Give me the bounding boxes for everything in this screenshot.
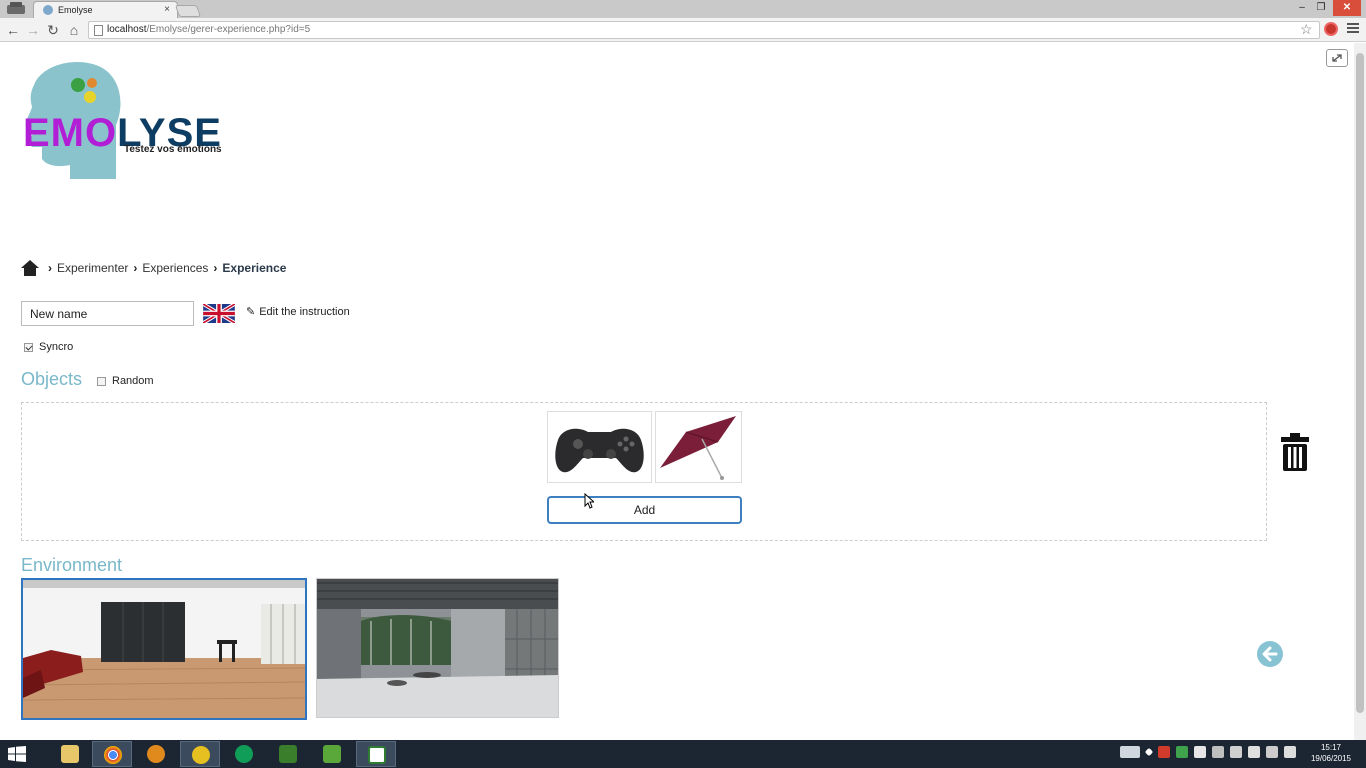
pencil-icon: ✎	[246, 306, 256, 318]
favicon-icon	[43, 5, 53, 15]
environment-industrial-hall[interactable]	[316, 578, 559, 718]
volume-icon[interactable]	[1284, 746, 1296, 758]
tray-app-icon[interactable]	[1176, 746, 1188, 758]
logo-tagline: Testez vos émotions	[124, 144, 222, 155]
tab-title: Emolyse	[58, 5, 93, 15]
reload-icon[interactable]: ↻	[45, 22, 61, 38]
tray-device-icon[interactable]	[1212, 746, 1224, 758]
uk-flag-icon[interactable]	[203, 304, 235, 323]
fullscreen-button[interactable]	[1326, 49, 1348, 67]
umbrella-image	[660, 416, 736, 480]
incognito-icon	[7, 2, 25, 14]
breadcrumb-separator-icon: ›	[133, 261, 138, 275]
browser-toolbar: ← → ↻ ⌂ localhost/Emolyse/gerer-experien…	[0, 18, 1366, 42]
tray-expand-icon[interactable]	[1144, 747, 1154, 757]
random-checkbox[interactable]	[97, 376, 106, 386]
environment-living-room[interactable]	[21, 578, 307, 720]
windows-taskbar: 15:17 19/06/2015	[0, 740, 1366, 768]
taskbar-app-x[interactable]	[268, 741, 308, 767]
emolyse-logo[interactable]: EMOLYSE Testez vos émotions	[12, 55, 232, 181]
tab-emolyse[interactable]: Emolyse ×	[33, 1, 178, 18]
breadcrumb-experimenter[interactable]: Experimenter	[57, 261, 128, 275]
taskbar-camtasia-studio[interactable]	[356, 741, 396, 767]
new-tab-button[interactable]	[174, 5, 202, 17]
taskbar-media-player[interactable]	[136, 741, 176, 767]
objects-heading: Objects	[21, 369, 83, 389]
back-arrow-icon[interactable]: ←	[5, 22, 21, 38]
breadcrumb-experiences[interactable]: Experiences	[142, 261, 208, 275]
living-room-scene	[23, 580, 305, 718]
industrial-hall-scene	[317, 579, 558, 717]
maximize-button[interactable]: ❐	[1313, 0, 1329, 16]
breadcrumb-separator-icon: ›	[213, 261, 218, 275]
random-label: Random	[112, 375, 154, 387]
url-text[interactable]: localhost/Emolyse/gerer-experience.php?i…	[107, 24, 310, 35]
object-gamepad[interactable]	[547, 411, 652, 483]
browser-titlebar: Emolyse × – ❐ ✕	[0, 0, 1366, 18]
edit-instruction-label: Edit the instruction	[259, 305, 350, 318]
object-umbrella[interactable]	[655, 411, 742, 483]
clock-time: 15:17	[1320, 743, 1342, 752]
windows-start-icon[interactable]	[8, 746, 26, 762]
taskbar-hangouts[interactable]	[224, 741, 264, 767]
page-scrollbar[interactable]	[1354, 43, 1366, 740]
mouse-cursor-icon	[584, 493, 594, 509]
keyboard-icon[interactable]	[1120, 746, 1140, 758]
chrome-icon	[104, 746, 122, 764]
taskbar-clock[interactable]: 15:17 19/06/2015	[1306, 742, 1356, 764]
camtasia-studio-icon	[368, 746, 386, 764]
clock-date: 19/06/2015	[1310, 754, 1352, 763]
tray-windows-icon[interactable]	[1194, 746, 1206, 758]
system-tray	[1120, 746, 1296, 758]
taskbar-file-explorer[interactable]	[50, 741, 90, 767]
page-icon	[94, 25, 103, 36]
extension-icon[interactable]	[1324, 22, 1338, 36]
page-content: EMOLYSE Testez vos émotions › Experiment…	[0, 43, 1354, 740]
address-bar[interactable]: localhost/Emolyse/gerer-experience.php?i…	[88, 21, 1320, 39]
syncro-option: Syncro	[24, 341, 73, 353]
tab-close-icon[interactable]: ×	[164, 4, 170, 15]
browser-menu-icon[interactable]	[1347, 23, 1359, 35]
app-x-icon	[279, 745, 297, 763]
arduino-icon	[192, 746, 210, 764]
camtasia-recorder-icon	[323, 745, 341, 763]
url-host: localhost	[107, 24, 147, 35]
environment-heading: Environment	[21, 555, 123, 575]
logo-emo: EMO	[23, 111, 118, 155]
breadcrumb: › Experimenter › Experiences › Experienc…	[20, 259, 291, 277]
gamepad-image	[555, 428, 644, 473]
forward-arrow-icon[interactable]: →	[25, 22, 41, 38]
hangouts-icon	[235, 745, 253, 763]
breadcrumb-separator-icon: ›	[48, 261, 52, 275]
left-arrow-icon	[1262, 646, 1278, 662]
scroll-thumb[interactable]	[1356, 53, 1364, 713]
taskbar-arduino[interactable]	[180, 741, 220, 767]
expand-icon	[1332, 54, 1342, 62]
folder-icon	[61, 745, 79, 763]
minimize-button[interactable]: –	[1294, 0, 1310, 16]
back-arrow-button[interactable]	[1257, 641, 1283, 667]
experience-name-input[interactable]	[21, 301, 194, 326]
close-window-button[interactable]: ✕	[1333, 0, 1361, 16]
objects-dropzone: Add	[21, 402, 1267, 541]
browser-home-icon[interactable]: ⌂	[66, 22, 82, 38]
url-path: /Emolyse/gerer-experience.php?id=5	[146, 24, 311, 35]
breadcrumb-current: Experience	[222, 261, 287, 275]
tray-network-icon[interactable]	[1230, 746, 1242, 758]
taskbar-chrome[interactable]	[92, 741, 132, 767]
media-player-icon	[147, 745, 165, 763]
syncro-checkbox[interactable]	[24, 342, 33, 352]
syncro-label: Syncro	[39, 341, 74, 353]
tray-display-icon[interactable]	[1266, 746, 1278, 758]
home-icon[interactable]	[20, 259, 40, 277]
tray-flag-icon[interactable]	[1248, 746, 1260, 758]
edit-instruction-link[interactable]: ✎ Edit the instruction	[246, 305, 350, 319]
bookmark-star-icon[interactable]: ☆	[1300, 21, 1313, 37]
add-object-button[interactable]: Add	[547, 496, 742, 524]
antivirus-icon[interactable]	[1158, 746, 1170, 758]
random-option: Random	[97, 375, 154, 387]
taskbar-camtasia-recorder[interactable]	[312, 741, 352, 767]
trash-icon[interactable]	[1280, 433, 1310, 471]
